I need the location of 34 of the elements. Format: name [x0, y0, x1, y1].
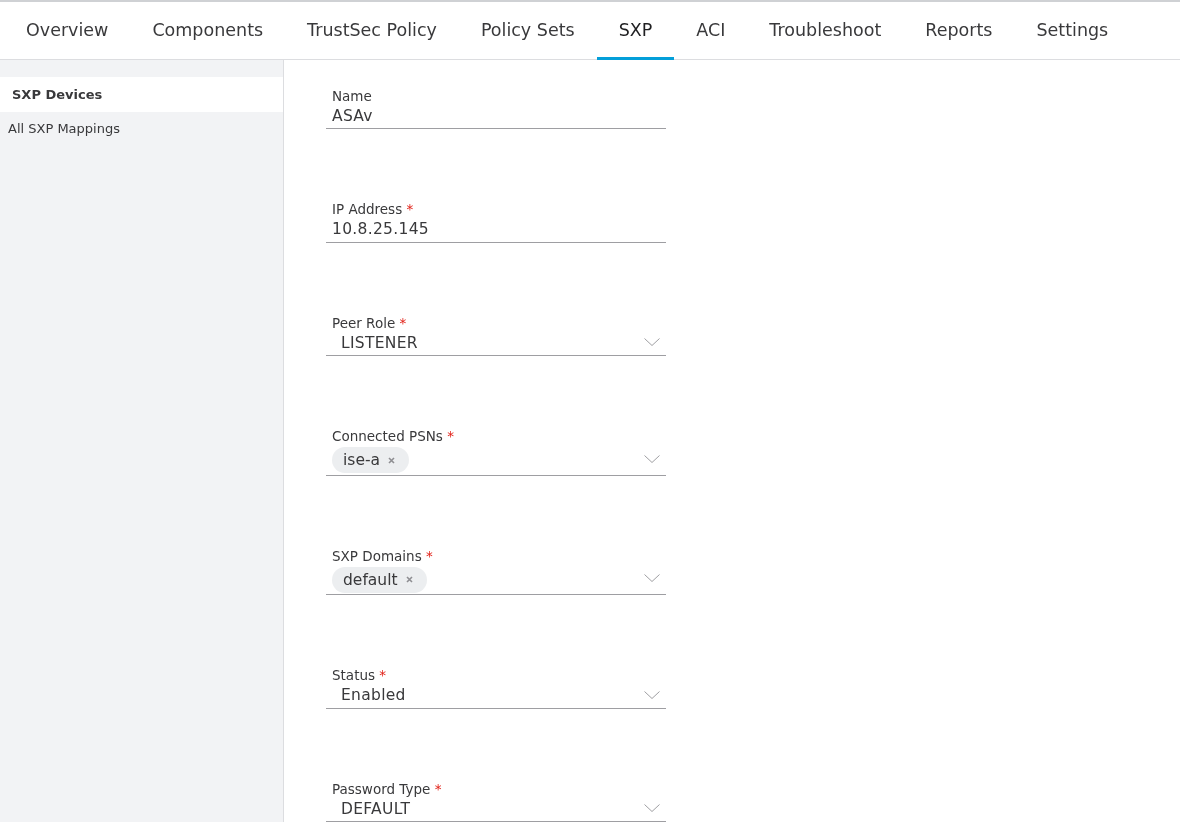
- field-label: Peer Role *: [331, 313, 408, 331]
- field-label: SXP Domains *: [331, 546, 434, 564]
- nav-tab[interactable]: ACI: [674, 2, 748, 60]
- field-label: Name: [331, 87, 373, 104]
- nav-tab[interactable]: Reports: [903, 2, 1015, 60]
- field-label: Connected PSNs *: [331, 427, 455, 445]
- field-label: Status *: [331, 666, 388, 684]
- nav-tab[interactable]: TrustSec Policy: [285, 2, 459, 60]
- multi-select-field[interactable]: SXP Domains * default: [326, 537, 666, 596]
- tag-chip[interactable]: default: [332, 566, 427, 593]
- text-field[interactable]: Name ASAv: [326, 78, 666, 130]
- chevron-down-icon[interactable]: [644, 574, 660, 583]
- chevron-down-icon[interactable]: [644, 804, 660, 812]
- dropdown-field[interactable]: Peer Role * LISTENER: [326, 304, 666, 357]
- nav-tab[interactable]: Overview: [4, 2, 131, 60]
- field-label: Password Type *: [331, 779, 443, 797]
- sidebar-item[interactable]: SXP Devices: [0, 77, 283, 112]
- chevron-down-icon[interactable]: [644, 454, 660, 463]
- nav-tab[interactable]: Settings: [1014, 2, 1131, 60]
- nav-tab[interactable]: Components: [130, 2, 286, 60]
- sidebar-item[interactable]: All SXP Mappings: [0, 112, 283, 145]
- nav-tab[interactable]: Troubleshoot: [747, 2, 904, 60]
- dropdown-field[interactable]: Password Type * DEFAULT: [326, 770, 666, 822]
- nav-tab[interactable]: SXP: [596, 2, 675, 60]
- multi-select-field[interactable]: Connected PSNs * ise-a: [326, 418, 666, 476]
- close-icon[interactable]: [388, 456, 395, 464]
- dropdown-field[interactable]: Status * Enabled: [326, 657, 666, 709]
- field-label: IP Address *: [331, 200, 415, 218]
- nav-tab[interactable]: Policy Sets: [458, 2, 597, 60]
- tag-chip[interactable]: ise-a: [332, 447, 409, 474]
- chevron-down-icon[interactable]: [644, 338, 660, 347]
- chevron-down-icon[interactable]: [644, 690, 660, 699]
- text-field[interactable]: IP Address * 10.8.25.145: [326, 191, 666, 243]
- close-icon[interactable]: [405, 576, 413, 584]
